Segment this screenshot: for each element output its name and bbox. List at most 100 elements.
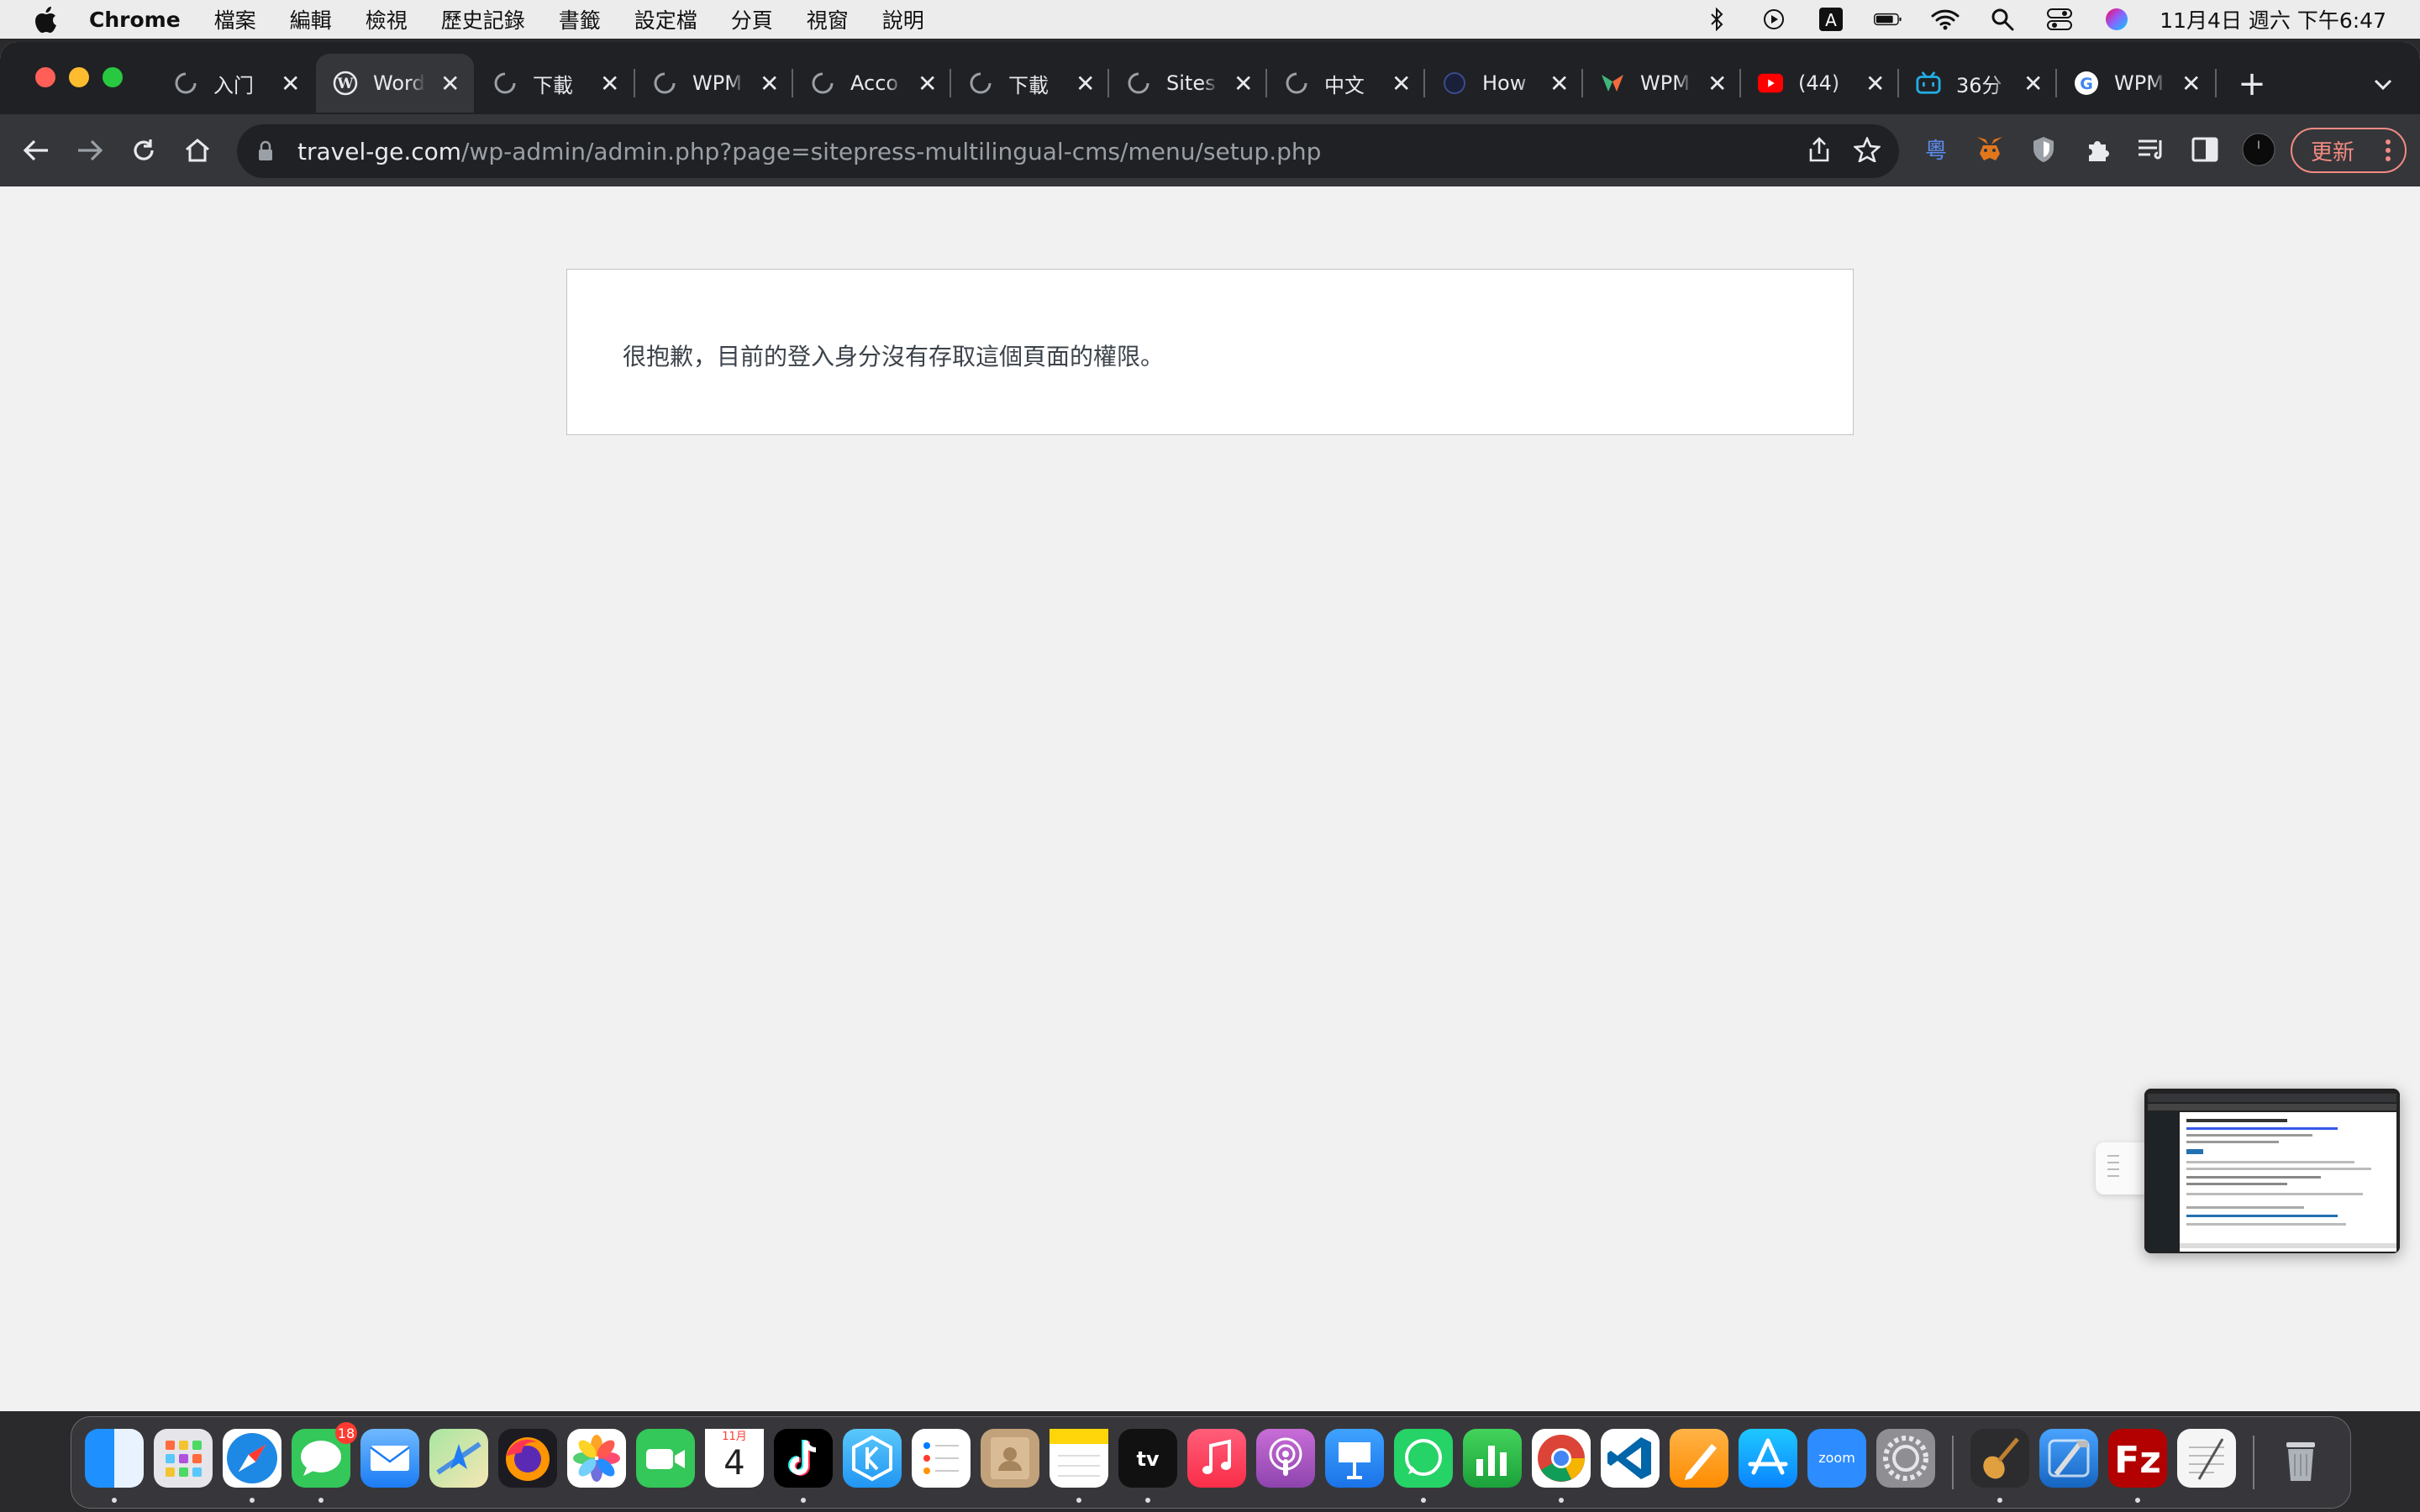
input-method-handle[interactable] [2096,1142,2146,1194]
textedit-icon[interactable] [2177,1429,2236,1488]
menu-file[interactable]: 檔案 [214,4,256,34]
extensions-puzzle-icon[interactable] [2081,133,2114,166]
k-app-icon[interactable] [843,1429,902,1488]
menubar-clock[interactable]: 11月4日 週六 下午6:47 [2160,4,2386,34]
tab[interactable]: WPM ✕ [1583,54,1741,113]
finder-icon[interactable] [85,1429,144,1488]
zoom-icon[interactable]: zoom [1807,1429,1866,1488]
tiktok-icon[interactable] [774,1429,833,1488]
podcasts-icon[interactable] [1256,1429,1315,1488]
contacts-icon[interactable] [981,1429,1039,1488]
music-icon[interactable] [1187,1429,1246,1488]
tab[interactable]: 入门 ✕ [156,54,314,113]
tab[interactable]: 36分 ✕ [1899,54,2057,113]
menu-bookmarks[interactable]: 書籤 [559,4,601,34]
system-settings-icon[interactable] [1876,1429,1935,1488]
shield-extension-icon[interactable] [2027,133,2060,166]
apple-menu-icon[interactable] [32,3,60,36]
tab[interactable]: Acco ✕ [793,54,951,113]
tab[interactable]: WPM ✕ [635,54,793,113]
close-tab-icon[interactable]: ✕ [1392,70,1411,97]
url-text[interactable]: travel-ge.com/wp-admin/admin.php?page=si… [297,138,1321,165]
forward-button[interactable] [69,129,111,171]
siri-icon[interactable] [2102,7,2131,32]
close-tab-icon[interactable]: ✕ [1234,70,1253,97]
lock-icon[interactable] [257,139,279,164]
screenshot-thumbnail-preview[interactable] [2144,1089,2400,1253]
menu-window[interactable]: 視窗 [807,4,849,34]
play-circle-icon[interactable] [1760,7,1788,32]
address-bar[interactable]: travel-ge.com/wp-admin/admin.php?page=si… [237,124,1899,178]
facetime-icon[interactable] [636,1429,695,1488]
bluetooth-icon[interactable] [1702,7,1731,32]
reminders-icon[interactable] [912,1429,971,1488]
menu-view[interactable]: 檢視 [366,4,408,34]
menu-history[interactable]: 歷史記錄 [441,4,525,34]
trash-icon[interactable] [2271,1429,2330,1488]
metamask-fox-icon[interactable] [1973,133,2007,166]
tab[interactable]: G WPM ✕ [2057,54,2215,113]
firefox-icon[interactable] [498,1429,557,1488]
close-tab-icon[interactable]: ✕ [281,70,300,97]
xcode-icon[interactable] [2039,1429,2098,1488]
pages-icon[interactable] [1670,1429,1728,1488]
calendar-icon[interactable]: 11月 4 [705,1429,764,1488]
notes-icon[interactable] [1050,1429,1108,1488]
app-name-menu[interactable]: Chrome [89,8,181,32]
close-tab-icon[interactable]: ✕ [2023,70,2043,97]
close-tab-icon[interactable]: ✕ [760,70,779,97]
vscode-icon[interactable] [1601,1429,1660,1488]
spotlight-search-icon[interactable] [1988,7,2017,32]
close-tab-icon[interactable]: ✕ [440,70,460,97]
garageband-icon[interactable] [1970,1429,2029,1488]
tab[interactable]: 下載 ✕ [476,54,634,113]
tab[interactable]: (44) ✕ [1741,54,1899,113]
close-tab-icon[interactable]: ✕ [1076,70,1095,97]
wifi-icon[interactable] [1931,7,1960,32]
tab-search-chevron-icon[interactable] [2366,66,2400,104]
close-tab-icon[interactable]: ✕ [1707,70,1727,97]
tab[interactable]: 下載 ✕ [951,54,1109,113]
numbers-icon[interactable] [1463,1429,1522,1488]
chrome-icon[interactable] [1532,1429,1591,1488]
share-icon[interactable] [1808,137,1830,165]
cantonese-extension-icon[interactable]: 粵 [1919,133,1953,166]
launchpad-icon[interactable] [154,1429,213,1488]
battery-icon[interactable] [1874,7,1902,32]
safari-icon[interactable] [223,1429,281,1488]
update-chrome-button[interactable]: 更新 [2291,128,2407,173]
tab-active[interactable]: W Word ✕ [316,54,474,113]
new-tab-button[interactable]: + [2235,60,2269,108]
back-button[interactable] [15,129,57,171]
filezilla-icon[interactable]: Fz [2108,1429,2167,1488]
app-store-icon[interactable] [1739,1429,1797,1488]
minimize-window-button[interactable] [69,67,89,87]
close-tab-icon[interactable]: ✕ [600,70,619,97]
menu-help[interactable]: 說明 [882,4,924,34]
mail-icon[interactable] [360,1429,419,1488]
reload-button[interactable] [123,129,165,171]
photos-icon[interactable] [567,1429,626,1488]
side-panel-icon[interactable] [2188,133,2222,166]
menu-profiles[interactable]: 設定檔 [634,4,697,34]
maps-icon[interactable] [429,1429,488,1488]
menu-tab[interactable]: 分頁 [731,4,773,34]
reading-list-icon[interactable] [2134,133,2168,166]
profile-avatar[interactable] [2242,133,2275,166]
close-tab-icon[interactable]: ✕ [918,70,937,97]
close-window-button[interactable] [35,67,55,87]
tab[interactable]: Sites ✕ [1109,54,1267,113]
input-method-icon[interactable]: A [1817,7,1845,32]
close-tab-icon[interactable]: ✕ [1865,70,1885,97]
bookmark-star-icon[interactable] [1852,135,1882,165]
control-center-icon[interactable] [2045,7,2074,32]
keynote-icon[interactable] [1325,1429,1384,1488]
whatsapp-icon[interactable] [1394,1429,1453,1488]
tab[interactable]: 中文 ✕ [1267,54,1425,113]
menu-edit[interactable]: 編輯 [290,4,332,34]
home-button[interactable] [176,129,218,171]
close-tab-icon[interactable]: ✕ [2181,70,2201,97]
apple-tv-icon[interactable]: tv [1118,1429,1177,1488]
tab[interactable]: How ✕ [1425,54,1583,113]
close-tab-icon[interactable]: ✕ [1549,70,1569,97]
